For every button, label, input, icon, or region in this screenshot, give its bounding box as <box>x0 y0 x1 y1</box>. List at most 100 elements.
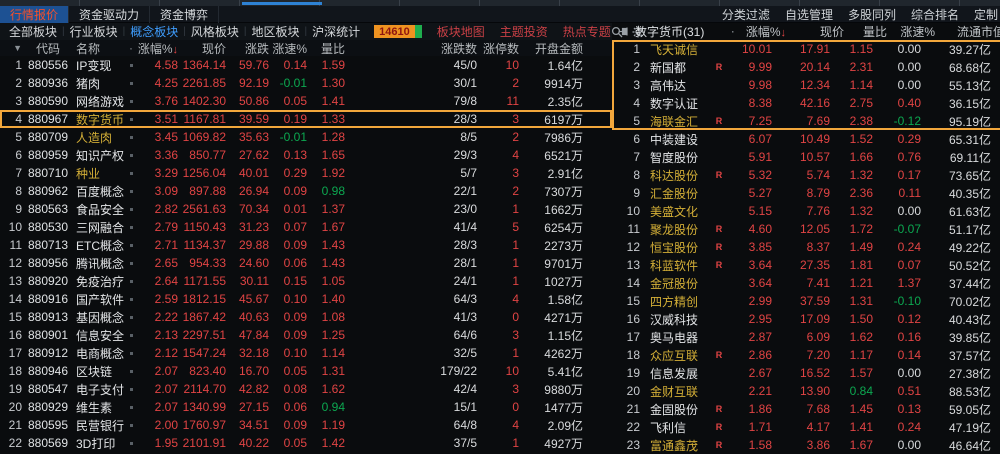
table-row[interactable]: 12880956腾讯概念2.65954.3324.600.061.4328/11… <box>0 254 612 272</box>
table-row[interactable]: 21880595民营银行2.001760.9734.510.091.1964/8… <box>0 416 612 434</box>
table-row[interactable]: 7880710种业3.291256.0440.010.291.925/732.9… <box>0 164 612 182</box>
col-volume-ratio[interactable]: 量比 <box>844 23 887 40</box>
cat-all-sectors[interactable]: 全部板块 <box>4 23 62 40</box>
table-row[interactable]: 18880946区块链2.07823.4016.700.051.31179/22… <box>0 362 612 380</box>
table-row[interactable]: 13880920免疫治疗2.641171.5530.110.151.0524/1… <box>0 272 612 290</box>
top-tab-strip[interactable] <box>0 0 1000 6</box>
col-float-cap[interactable]: 流通市值 <box>935 23 1000 40</box>
table-row[interactable]: 14金冠股份3.647.411.211.3737.44亿 <box>612 274 1000 292</box>
table-row[interactable]: 4880967数字货币3.511167.8139.590.191.3328/33… <box>0 110 612 128</box>
col-open-amount[interactable]: 开盘金额 <box>519 40 597 57</box>
table-row[interactable]: 1飞天诚信10.0117.911.150.0039.27亿 <box>612 40 1000 58</box>
col-change[interactable]: 涨跌 <box>226 40 269 57</box>
table-row[interactable]: 21金固股份R1.867.681.450.1359.05亿 <box>612 400 1000 418</box>
table-row[interactable]: 14880916国产软件2.591812.1545.670.101.4064/3… <box>0 290 612 308</box>
constituents-title[interactable]: 数字货币(31) <box>635 23 704 40</box>
cell-volume-ratio: 1.32 <box>830 204 873 218</box>
table-row[interactable]: 9880563食品安全2.822561.6370.340.011.3723/01… <box>0 200 612 218</box>
row-marker <box>126 406 136 409</box>
cell-seq: 18 <box>0 364 22 378</box>
col-limit-count[interactable]: 涨停数 <box>477 40 519 57</box>
tab-market-quotes[interactable]: 行情报价 <box>0 6 69 23</box>
table-row[interactable]: 5880709人造肉3.451069.8235.63-0.011.288/527… <box>0 128 612 146</box>
table-row[interactable]: 23富通鑫茂R1.583.861.670.0046.64亿 <box>612 436 1000 454</box>
tab-capital-game[interactable]: 资金博弈 <box>150 6 219 23</box>
table-row[interactable]: 8880962百度概念3.09897.8826.940.090.9822/127… <box>0 182 612 200</box>
table-row[interactable]: 6880959知识产权3.36850.7727.620.131.6529/346… <box>0 146 612 164</box>
cat-industry[interactable]: 行业板块 <box>65 23 123 40</box>
cell-code: 880569 <box>22 436 74 450</box>
table-row[interactable]: 10美盛文化5.157.761.320.0061.63亿 <box>612 202 1000 220</box>
col-speed[interactable]: 涨速% <box>269 40 307 57</box>
col-speed[interactable]: 涨速% <box>887 23 935 40</box>
table-row[interactable]: 2880936猪肉4.252261.8592.19-0.011.3030/129… <box>0 74 612 92</box>
table-row[interactable]: 6中装建设6.0710.491.520.2965.31亿 <box>612 130 1000 148</box>
marker-dot-icon <box>130 64 133 67</box>
table-row[interactable]: 17880912电商概念2.121547.2432.180.101.1432/5… <box>0 344 612 362</box>
cat-style[interactable]: 风格板块 <box>186 23 244 40</box>
cell-updown-count: 5/7 <box>345 166 477 180</box>
pin-icon[interactable] <box>618 26 629 37</box>
cat-region[interactable]: 地区板块 <box>247 23 305 40</box>
sort-triangle-icon[interactable]: ▼ <box>0 43 22 53</box>
table-row[interactable]: 2新国都R9.9920.142.310.0068.68亿 <box>612 58 1000 76</box>
col-pct-change[interactable]: 涨幅%↓ <box>740 23 786 40</box>
tab-capital-drive[interactable]: 资金驱动力 <box>69 6 150 23</box>
cell-change: 16.70 <box>226 364 269 378</box>
cat-concept[interactable]: 概念板块 <box>125 23 183 40</box>
col-pct-change[interactable]: 涨幅%↓ <box>136 40 178 57</box>
table-row[interactable]: 19880547电子支付2.072114.7042.820.081.6242/4… <box>0 380 612 398</box>
table-row[interactable]: 228805693D打印1.952101.9140.220.051.4237/5… <box>0 434 612 452</box>
table-row[interactable]: 22飞利信R1.714.171.410.2447.19亿 <box>612 418 1000 436</box>
table-row[interactable]: 1880556IP变现4.581364.1459.760.141.5945/01… <box>0 56 612 74</box>
table-row[interactable]: 3高伟达9.9812.341.140.0055.13亿 <box>612 76 1000 94</box>
col-volume-ratio[interactable]: 量比 <box>307 40 345 57</box>
cell-change: 29.88 <box>226 238 269 252</box>
col-price[interactable]: 现价 <box>178 40 226 57</box>
menu-multi-stock[interactable]: 多股同列 <box>848 6 896 23</box>
table-row[interactable]: 18众应互联R2.867.201.170.1437.57亿 <box>612 346 1000 364</box>
link-theme-invest[interactable]: 主题投资 <box>500 23 548 40</box>
table-row[interactable]: 16880901信息安全2.132297.5147.840.091.2564/6… <box>0 326 612 344</box>
cell-float-cap: 27.38亿 <box>921 365 997 382</box>
table-row[interactable]: 15880913基因概念2.221867.4240.630.091.0841/3… <box>0 308 612 326</box>
cell-pct-change: 3.64 <box>726 258 772 272</box>
menu-classify-filter[interactable]: 分类过滤 <box>722 6 770 23</box>
cell-float-cap: 59.05亿 <box>921 401 997 418</box>
table-row[interactable]: 9汇金股份5.278.792.360.1140.35亿 <box>612 184 1000 202</box>
cell-volume-ratio: 2.36 <box>830 186 873 200</box>
table-row[interactable]: 13科蓝软件R3.6427.351.810.0750.52亿 <box>612 256 1000 274</box>
link-sector-map[interactable]: 板块地图 <box>437 23 485 40</box>
table-row[interactable]: 15四方精创2.9937.591.31-0.1070.02亿 <box>612 292 1000 310</box>
table-row[interactable]: 20880929维生素2.071340.9927.150.060.9415/10… <box>0 398 612 416</box>
cell-speed: 0.13 <box>873 402 921 416</box>
table-row[interactable]: 11聚龙股份R4.6012.051.72-0.0751.17亿 <box>612 220 1000 238</box>
cell-float-cap: 88.53亿 <box>921 383 997 400</box>
table-row[interactable]: 19信息发展2.6716.521.570.0027.38亿 <box>612 364 1000 382</box>
table-row[interactable]: 5海联金汇R7.257.692.38-0.1295.19亿 <box>612 112 1000 130</box>
table-row[interactable]: 3880590网络游戏3.761402.3050.860.051.4179/81… <box>0 92 612 110</box>
table-row[interactable]: 12恒宝股份R3.858.371.490.2449.22亿 <box>612 238 1000 256</box>
table-row[interactable]: 17奥马电器2.876.091.620.1639.85亿 <box>612 328 1000 346</box>
table-row[interactable]: 4数字认证8.3842.162.750.4036.15亿 <box>612 94 1000 112</box>
menu-watchlist-manage[interactable]: 自选管理 <box>785 6 833 23</box>
table-row[interactable]: 11880713ETC概念2.711134.3729.880.091.4328/… <box>0 236 612 254</box>
cell-updown-count: 64/6 <box>345 328 477 342</box>
col-code[interactable]: 代码 <box>22 40 74 57</box>
col-name[interactable]: 名称 <box>74 40 126 57</box>
table-row[interactable]: 20金财互联2.2113.900.840.5188.53亿 <box>612 382 1000 400</box>
col-price[interactable]: 现价 <box>786 23 844 40</box>
cell-limit-count: 3 <box>477 166 519 180</box>
link-hot-topics[interactable]: 热点专题 <box>563 23 611 40</box>
cat-hs-stats[interactable]: 沪深统计 <box>307 23 365 40</box>
table-row[interactable]: 16汉威科技2.9517.091.500.1240.43亿 <box>612 310 1000 328</box>
menu-customize[interactable]: 定制 <box>974 6 998 23</box>
table-row[interactable]: 10880530三网融合2.791150.4331.230.071.6741/4… <box>0 218 612 236</box>
cell-open-amount: 6254万 <box>519 219 597 236</box>
col-updown-count[interactable]: 涨跌数 <box>345 40 477 57</box>
cell-volume-ratio: 1.45 <box>830 402 873 416</box>
table-row[interactable]: 7智度股份5.9110.571.660.7669.11亿 <box>612 148 1000 166</box>
menu-composite-rank[interactable]: 综合排名 <box>911 6 959 23</box>
table-row[interactable]: 8科达股份R5.325.741.320.1773.65亿 <box>612 166 1000 184</box>
title-tab-bar: 行情报价 资金驱动力 资金博弈 分类过滤 自选管理 多股同列 综合排名 定制 <box>0 6 1000 23</box>
